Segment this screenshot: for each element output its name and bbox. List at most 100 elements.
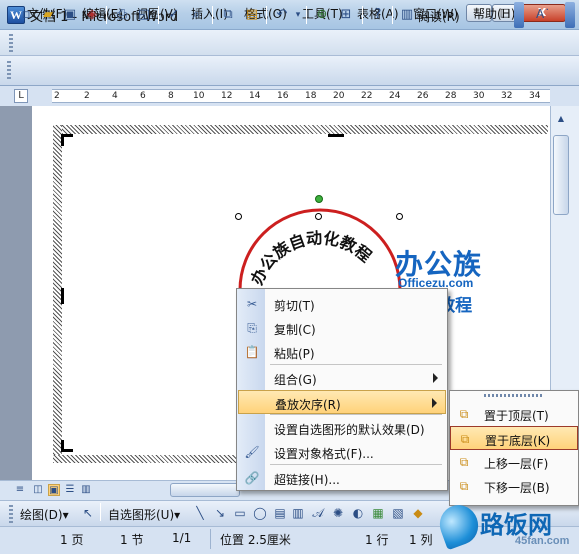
menu-item-set-default-effect[interactable]: 设置自选图形的默认效果(D): [238, 416, 446, 440]
canvas-corner-handle[interactable]: [61, 134, 73, 146]
horizontal-scroll-thumb[interactable]: [170, 483, 240, 497]
read-button-label[interactable]: 阅读(R): [418, 8, 460, 25]
vertical-scroll-thumb[interactable]: [553, 135, 569, 215]
submenu-arrow-icon: [432, 398, 437, 408]
menu-item-send-to-back[interactable]: ⧉ 置于底层(K): [450, 426, 578, 450]
open-icon[interactable]: ▰: [40, 7, 56, 23]
send-to-back-icon: ⧉: [460, 432, 470, 446]
wordart-text: 办公族自动化教程: [247, 228, 375, 287]
toolbar-grip[interactable]: [7, 61, 11, 81]
menubar-grip[interactable]: [9, 34, 13, 52]
resize-handle[interactable]: [235, 213, 242, 220]
tab-selector[interactable]: L: [14, 89, 28, 103]
ruler-number: 30: [473, 91, 485, 101]
table-icon[interactable]: ⊞: [338, 7, 354, 23]
outline-view-icon[interactable]: ☰: [64, 484, 76, 496]
toolbar-options-button-2[interactable]: [565, 2, 575, 28]
ruler-number: 28: [445, 91, 457, 101]
standard-toolbar: [0, 56, 579, 86]
resize-handle[interactable]: [396, 213, 403, 220]
textbox-icon[interactable]: ▤: [272, 505, 288, 521]
status-line: 1 行: [365, 533, 389, 547]
toolbar-separator: [212, 6, 213, 24]
oval-icon[interactable]: ◯: [252, 505, 268, 521]
new-document-icon[interactable]: ▫: [18, 7, 34, 23]
ruler-number: 22: [361, 91, 373, 101]
spelling-icon[interactable]: ✓: [166, 7, 182, 23]
menu-item-bring-to-front[interactable]: ⧉ 置于顶层(T): [450, 402, 578, 426]
vertical-textbox-icon[interactable]: ▥: [290, 505, 306, 521]
research-icon[interactable]: ⌕: [188, 7, 204, 23]
hyperlink-icon[interactable]: ⊕: [314, 7, 330, 23]
menu-item-hyperlink[interactable]: 🔗 超链接(H)...: [238, 466, 446, 490]
ruler-number: 32: [501, 91, 513, 101]
canvas-edge-handle[interactable]: [61, 288, 64, 304]
font-size-icon[interactable]: A˙: [536, 7, 550, 21]
print-preview-icon[interactable]: ◱: [136, 7, 152, 23]
canvas-border-top: [62, 125, 548, 134]
ruler-number: 16: [277, 91, 289, 101]
read-icon[interactable]: ▥: [399, 7, 415, 23]
undo-icon[interactable]: ↶: [274, 7, 290, 23]
menu-item-label: 上移一层(F): [484, 457, 549, 471]
picture-icon[interactable]: ▦: [370, 505, 386, 521]
menu-item-send-backward[interactable]: ⧉ 下移一层(B): [450, 474, 578, 498]
menu-item-label: 置于顶层(T): [484, 409, 549, 423]
clipart-icon[interactable]: ◐: [350, 505, 366, 521]
wordart-icon[interactable]: 𝒜: [310, 505, 326, 521]
menu-item-label: 剪切(T): [274, 299, 315, 313]
undo-dropdown-icon[interactable]: ▾: [290, 7, 306, 23]
insert-picture-icon[interactable]: ▧: [390, 505, 406, 521]
select-objects-icon[interactable]: ↖: [80, 505, 96, 521]
menu-item-format-object[interactable]: 🖌 设置对象格式(F)...: [238, 440, 446, 464]
menu-help[interactable]: 帮助(H): [473, 5, 515, 22]
menu-bar: [0, 30, 579, 56]
print-layout-view-icon[interactable]: ▣: [48, 484, 60, 496]
arrow-icon[interactable]: ↘: [212, 505, 228, 521]
menu-item-label: 粘贴(P): [274, 347, 315, 361]
autoshapes-menu-button[interactable]: 自选图形(U)▾: [108, 506, 180, 523]
permission-icon[interactable]: ◈: [84, 7, 100, 23]
ruler-number: 6: [140, 91, 146, 101]
submenu-tearoff-grip[interactable]: [484, 394, 544, 397]
rectangle-icon[interactable]: ▭: [232, 505, 248, 521]
rotation-handle[interactable]: [315, 195, 323, 203]
toolbar-separator: [362, 6, 363, 24]
help-icon[interactable]: ?: [370, 7, 386, 23]
toolbar-separator: [158, 6, 159, 24]
status-separator: [210, 529, 211, 549]
web-view-icon[interactable]: ◫: [32, 484, 44, 496]
menu-item-group[interactable]: 组合(G): [238, 366, 446, 390]
resize-handle[interactable]: [315, 213, 322, 220]
menu-item-bring-forward[interactable]: ⧉ 上移一层(F): [450, 450, 578, 474]
drawbar-grip[interactable]: [9, 505, 13, 523]
menu-item-paste[interactable]: 📋 粘贴(P): [238, 340, 446, 364]
paste-icon[interactable]: ▤: [244, 7, 260, 23]
horizontal-ruler[interactable]: 2 2 4 6 8 10 12 14 16 18 20 22 24 26 28 …: [52, 89, 550, 103]
menu-item-label: 设置自选图形的默认效果(D): [274, 423, 425, 437]
draw-menu-button[interactable]: 绘图(D)▾: [20, 506, 69, 523]
menu-item-cut[interactable]: ✂ 剪切(T): [238, 292, 446, 316]
normal-view-icon[interactable]: ≡: [14, 484, 26, 496]
save-icon[interactable]: ▣: [62, 7, 78, 23]
scroll-up-icon[interactable]: ▲: [553, 110, 569, 128]
ruler-number: 12: [221, 91, 233, 101]
toolbar-separator: [106, 6, 107, 24]
submenu-arrow-icon: [433, 373, 438, 383]
reading-view-icon[interactable]: ▥: [80, 484, 92, 496]
canvas-edge-handle[interactable]: [328, 134, 344, 137]
canvas-corner-handle[interactable]: [61, 440, 73, 452]
menu-item-order[interactable]: 叠放次序(R): [238, 390, 446, 414]
menu-item-copy[interactable]: ⎘ 复制(C): [238, 316, 446, 340]
fill-color-icon[interactable]: ◆: [410, 505, 426, 521]
toolbar-separator: [392, 6, 393, 24]
ruler-number: 2: [84, 91, 90, 101]
print-icon[interactable]: ⎙: [114, 7, 130, 23]
line-icon[interactable]: ╲: [192, 505, 208, 521]
status-page: 1 页: [60, 533, 84, 547]
toolbar-options-button[interactable]: [514, 2, 524, 28]
diagram-icon[interactable]: ✺: [330, 505, 346, 521]
menu-item-label: 复制(C): [274, 323, 316, 337]
status-section: 1 节: [120, 533, 144, 547]
copy-icon[interactable]: ⧉: [220, 7, 236, 23]
